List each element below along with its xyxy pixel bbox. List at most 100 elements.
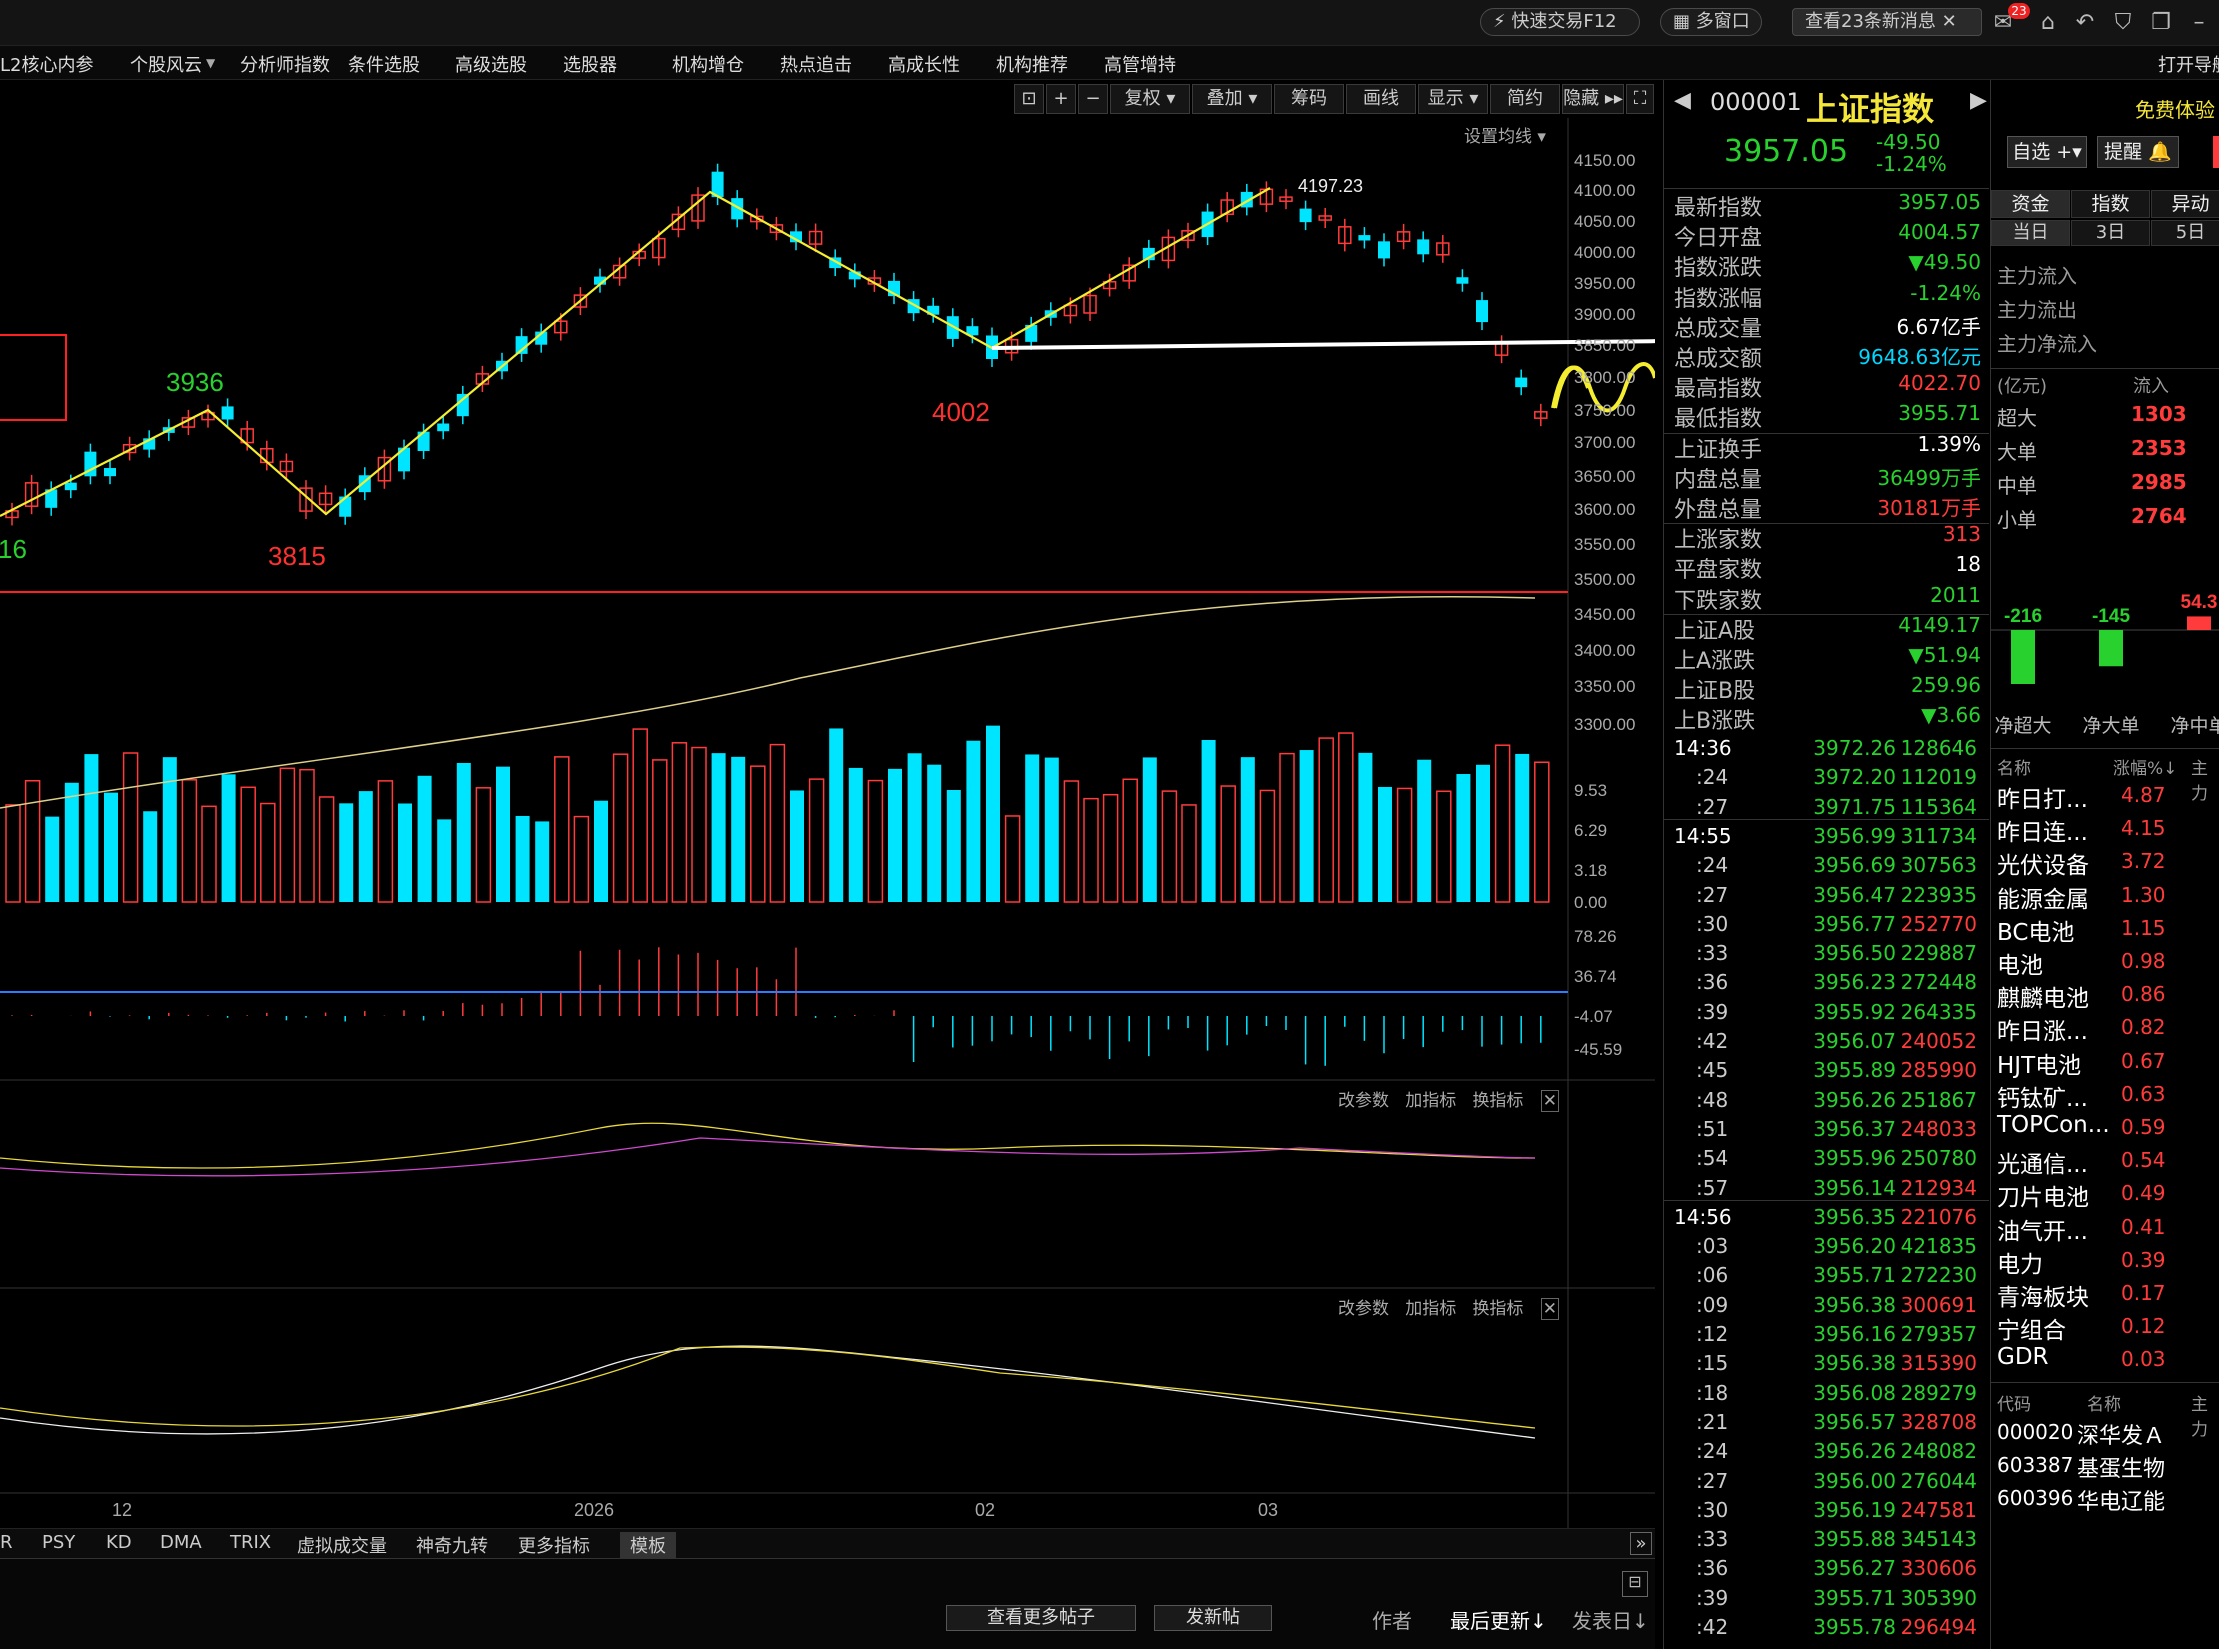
open-nav-link[interactable]: 打开导航 <box>2158 51 2219 77</box>
fund-tab[interactable]: 指数 <box>2071 190 2150 218</box>
menu-institution-add[interactable]: 机构增仓 <box>672 51 744 77</box>
adjust-button[interactable]: 复权 ▾ <box>1110 84 1190 114</box>
hide-button[interactable]: 隐藏 ▸▸ <box>1562 84 1624 114</box>
draw-line-button[interactable]: 画线 <box>1346 84 1416 114</box>
menu-stock-picker[interactable]: 选股器 <box>563 51 617 77</box>
sector-header-main[interactable]: 主力 <box>2191 754 2219 804</box>
stock-header-main[interactable]: 主力 <box>2191 1390 2219 1440</box>
col-author[interactable]: 作者 <box>1372 1605 1412 1634</box>
simple-button[interactable]: 简约 <box>1490 84 1560 114</box>
close-icon[interactable]: ✕ <box>1540 1298 1559 1320</box>
chart-area[interactable]: 4150.00 4100.00 4050.00 4000.00 3950.00 3900.… <box>0 118 1966 1528</box>
close-icon[interactable]: ✕ <box>1942 11 1957 32</box>
tab-virtual-volume[interactable]: 虚拟成交量 <box>297 1532 387 1558</box>
menu-hot-chase[interactable]: 热点追击 <box>780 51 852 77</box>
next-stock-icon[interactable]: ▶ <box>1970 88 1987 113</box>
news-button[interactable]: 查看23条新消息 ✕ <box>1792 8 1982 36</box>
stock-name[interactable]: 基蛋生物 <box>2077 1451 2165 1483</box>
sector-name[interactable]: 昨日连... <box>1997 813 2088 847</box>
stock-code[interactable]: 600396 <box>1997 1486 2073 1510</box>
scroll-right-icon[interactable]: » <box>1630 1532 1652 1555</box>
zoom-in-icon[interactable]: + <box>1046 84 1076 114</box>
col-post-date[interactable]: 发表日↓ <box>1572 1605 1649 1634</box>
multi-window-button[interactable]: ▦ 多窗口 <box>1660 8 1762 36</box>
menu-advanced-pick[interactable]: 高级选股 <box>455 51 527 77</box>
lock-icon[interactable]: ⊡ <box>1014 84 1044 114</box>
fund-tab[interactable]: 资金 <box>1991 190 2070 218</box>
sector-header-pct[interactable]: 涨幅%↓ <box>2113 754 2177 779</box>
fullscreen-icon[interactable]: ⛶ <box>1626 84 1654 114</box>
menu-condition-pick[interactable]: 条件选股 <box>348 51 420 77</box>
menu-high-growth[interactable]: 高成长性 <box>888 51 960 77</box>
sector-name[interactable]: GDR <box>1997 1344 2049 1370</box>
zoom-out-icon[interactable]: − <box>1078 84 1108 114</box>
sector-name[interactable]: 青海板块 <box>1997 1278 2089 1312</box>
macd-change-params[interactable]: 改参数 <box>1338 1299 1389 1319</box>
dropdown-arrow-icon[interactable]: ▼ <box>206 56 215 70</box>
stock-code[interactable]: 000020 <box>1997 1420 2073 1444</box>
fund-subtab[interactable]: 当日 <box>1991 220 2070 246</box>
tab-dma[interactable]: DMA <box>160 1532 202 1553</box>
minimize-icon[interactable]: – <box>2186 10 2212 36</box>
menu-analyst-index[interactable]: 分析师指数 <box>240 51 330 77</box>
sector-name[interactable]: 刀片电池 <box>1997 1178 2089 1212</box>
stock-header-name[interactable]: 名称 <box>2087 1390 2121 1415</box>
sector-name[interactable]: 油气开... <box>1997 1212 2088 1246</box>
sector-name[interactable]: HJT电池 <box>1997 1046 2081 1080</box>
fund-subtab[interactable]: 3日 <box>2071 220 2150 246</box>
menu-stock-news[interactable]: 个股风云 <box>130 51 202 77</box>
ma-settings[interactable]: 设置均线 ▾ <box>1464 122 1546 147</box>
display-button[interactable]: 显示 ▾ <box>1418 84 1488 114</box>
free-trial-link[interactable]: 免费体验 <box>2135 94 2215 123</box>
menu-exec-increase[interactable]: 高管增持 <box>1104 51 1176 77</box>
tab-r[interactable]: R <box>0 1532 13 1553</box>
menu-institution-recommend[interactable]: 机构推荐 <box>996 51 1068 77</box>
sector-name[interactable]: 昨日涨... <box>1997 1012 2088 1046</box>
sector-name[interactable]: TOPCon... <box>1997 1112 2110 1138</box>
stock-code[interactable]: 603387 <box>1997 1453 2073 1477</box>
stock-name[interactable]: 华电辽能 <box>2077 1484 2165 1516</box>
back-icon[interactable]: ↶ <box>2072 10 2098 36</box>
sector-name[interactable]: 昨日打... <box>1997 780 2088 814</box>
sector-name[interactable]: 光伏设备 <box>1997 846 2089 880</box>
sector-name[interactable]: 宁组合 <box>1997 1311 2066 1345</box>
overlay-button[interactable]: 叠加 ▾ <box>1192 84 1272 114</box>
vol-change-params[interactable]: 改参数 <box>1338 1091 1389 1111</box>
vol-switch-indicator[interactable]: 换指标 <box>1472 1091 1523 1111</box>
quick-trade-button[interactable]: ⚡ 快速交易F12 <box>1480 8 1640 36</box>
stock-header-code[interactable]: 代码 <box>1997 1390 2031 1415</box>
fund-tab[interactable]: 异动 <box>2151 190 2219 218</box>
tab-magic-nine[interactable]: 神奇九转 <box>416 1532 488 1558</box>
sector-name[interactable]: 能源金属 <box>1997 880 2089 914</box>
shirt-icon[interactable]: ⛉ <box>2110 10 2136 36</box>
macd-add-indicator[interactable]: 加指标 <box>1405 1299 1456 1319</box>
more-posts-button[interactable]: 查看更多帖子 <box>946 1605 1136 1631</box>
chips-button[interactable]: 筹码 <box>1274 84 1344 114</box>
tab-psy[interactable]: PSY <box>42 1532 75 1553</box>
menu-l2[interactable]: L2核心内参 <box>0 51 93 77</box>
tab-trix[interactable]: TRIX <box>230 1532 271 1553</box>
new-post-button[interactable]: 发新帖 <box>1154 1605 1272 1631</box>
sector-name[interactable]: 电池 <box>1997 946 2043 980</box>
vol-add-indicator[interactable]: 加指标 <box>1405 1091 1456 1111</box>
collapse-icon[interactable]: ⊟ <box>1622 1571 1648 1597</box>
red-box-marker[interactable] <box>0 334 67 421</box>
fund-subtab[interactable]: 5日 <box>2151 220 2219 246</box>
col-last-update[interactable]: 最后更新↓ <box>1450 1605 1547 1634</box>
sector-header-name[interactable]: 名称 <box>1997 754 2031 779</box>
stock-name[interactable]: 深华发Ａ <box>2077 1418 2165 1450</box>
sector-name[interactable]: 麒麟电池 <box>1997 979 2089 1013</box>
sector-name[interactable]: BC电池 <box>1997 913 2074 947</box>
tab-template[interactable]: 模板 <box>620 1532 676 1558</box>
sector-name[interactable]: 钙钛矿... <box>1997 1079 2088 1113</box>
tab-kd[interactable]: KD <box>106 1532 132 1553</box>
sector-name[interactable]: 电力 <box>1997 1245 2043 1279</box>
watchlist-button[interactable]: 自选 +▾ <box>2007 136 2087 168</box>
white-trend-arrow[interactable] <box>991 336 1966 350</box>
tab-more-indicators[interactable]: 更多指标 <box>518 1532 590 1558</box>
alert-button[interactable]: 提醒 🔔 <box>2097 136 2179 168</box>
window-icon[interactable]: ❐ <box>2148 10 2174 36</box>
sector-name[interactable]: 光通信... <box>1997 1145 2088 1179</box>
close-icon[interactable]: ✕ <box>1540 1090 1559 1112</box>
home-icon[interactable]: ⌂ <box>2035 10 2061 36</box>
